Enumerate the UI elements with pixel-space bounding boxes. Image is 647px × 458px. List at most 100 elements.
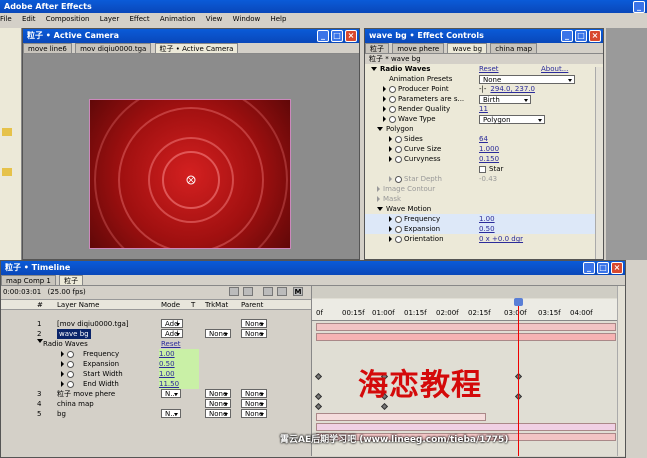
col-trkmat: TrkMat [205, 301, 229, 309]
time-indicator-handle[interactable] [514, 298, 523, 306]
timeline-title: 粒子 • Timeline [5, 263, 71, 272]
comp-minimize-button[interactable]: _ [317, 30, 329, 42]
menu-edit[interactable]: Edit [22, 15, 36, 23]
ruler-tick: 0f [316, 309, 323, 317]
menu-help[interactable]: Help [270, 15, 286, 23]
menu-animation[interactable]: Animation [160, 15, 196, 23]
tl-minimize-button[interactable]: _ [583, 262, 595, 274]
keyframe[interactable] [314, 402, 323, 411]
keyframe[interactable] [380, 402, 389, 411]
layer-bar-1[interactable] [316, 323, 616, 331]
ec-row-curve-size: Curve Size [389, 144, 441, 154]
comp-maximize-button[interactable]: □ [331, 30, 343, 42]
layer-row-3[interactable]: 3 粒子 move phere N... None None [1, 389, 311, 399]
tab-map-comp[interactable]: map Comp 1 [1, 275, 56, 285]
comp-window: 粒子 • Active Camera _ □ × move line6 mov … [22, 28, 360, 260]
col-layer-name[interactable]: Layer Name [57, 300, 99, 311]
menu-effect[interactable]: Effect [129, 15, 149, 23]
tutorial-title-overlay: 海恋教程 [358, 368, 482, 403]
background-area [606, 28, 647, 260]
layer-row-2[interactable]: 2 wave bg Add None None [1, 329, 311, 339]
ec-parameters-dropdown[interactable]: Birth [479, 94, 531, 104]
draft-3d-icon[interactable] [263, 287, 273, 296]
ec-about-link[interactable]: About... [541, 64, 568, 74]
ec-producer-point-value[interactable]: -|- 294.0, 237.0 [479, 84, 535, 94]
layer-row-5[interactable]: 5 bg N... None None [1, 409, 311, 419]
layer-row-1[interactable]: 1 [mov diqiu0000.tga] Add None [1, 319, 311, 329]
ec-sides-value[interactable]: 64 [479, 134, 488, 144]
ec-reset-link[interactable]: Reset [479, 64, 499, 74]
tab-move-line6[interactable]: move line6 [23, 43, 72, 53]
tl-maximize-button[interactable]: □ [597, 262, 609, 274]
ec-render-quality-value[interactable]: 11 [479, 104, 488, 114]
comp-flowchart-icon[interactable] [229, 287, 239, 296]
ec-frequency-value[interactable]: 1.00 [479, 214, 495, 224]
ec-minimize-button[interactable]: _ [561, 30, 573, 42]
col-parent: Parent [241, 301, 264, 309]
tab-active-camera[interactable]: 粒子 • Active Camera [154, 43, 239, 53]
tl-close-button[interactable]: × [611, 262, 623, 274]
menu-bar: File Edit Composition Layer Effect Anima… [0, 13, 647, 25]
menu-file[interactable]: File [0, 15, 12, 23]
ec-row-image-contour[interactable]: Image Contour [377, 184, 435, 194]
camera-icon[interactable] [243, 287, 253, 296]
ec-row-polygon[interactable]: Polygon [377, 124, 414, 134]
ec-row-wave-motion[interactable]: Wave Motion [377, 204, 431, 214]
menu-composition[interactable]: Composition [46, 15, 90, 23]
ec-orientation-value[interactable]: 0 x +0.0 dgr [479, 234, 523, 244]
tab-lizi-timeline[interactable]: 粒子 [59, 275, 84, 285]
ec-curve-size-value[interactable]: 1.000 [479, 144, 499, 154]
comp-titlebar: 粒子 • Active Camera _ □ × [23, 29, 359, 43]
layer-prop-end-width[interactable]: End Width 11.50 [1, 379, 311, 389]
ec-row-curvyness: Curvyness [389, 154, 441, 164]
ec-properties: Radio Waves Reset About... Animation Pre… [365, 64, 603, 250]
ec-expansion-value[interactable]: 0.50 [479, 224, 495, 234]
layer-bar-2[interactable] [316, 333, 616, 341]
comp-viewer[interactable] [23, 54, 359, 259]
ec-wave-type-dropdown[interactable]: Polygon [479, 114, 545, 124]
effect-controls-title: wave bg • Effect Controls [369, 31, 484, 40]
tab-mov-diqiu[interactable]: mov diqiu0000.tga [75, 43, 152, 53]
keyframe[interactable] [314, 392, 323, 401]
motion-blur-icon[interactable]: M [293, 287, 303, 296]
ec-star-checkbox[interactable]: Star [479, 164, 503, 174]
timeline-tabs: map Comp 1 粒子 [1, 275, 625, 286]
layer-bar-4[interactable] [316, 423, 616, 431]
ec-scrollbar[interactable] [595, 67, 603, 259]
radio-waves-rings [94, 100, 288, 248]
timeline-scrollbar[interactable] [617, 286, 625, 456]
ruler-tick: 02:00f [436, 309, 459, 317]
comp-frame[interactable] [89, 99, 291, 249]
layer-prop-start-width[interactable]: Start Width 1.00 [1, 369, 311, 379]
work-area-bar[interactable] [312, 286, 618, 298]
tab-wave-bg[interactable]: wave bg [447, 43, 488, 53]
tab-lizi[interactable]: 粒子 [365, 43, 389, 53]
current-time-indicator[interactable] [518, 299, 519, 456]
time-ruler[interactable]: 0f 00:15f 01:00f 01:15f 02:00f 02:15f 03… [312, 299, 618, 321]
ec-animation-presets-dropdown[interactable]: None [479, 74, 575, 84]
keyframe[interactable] [314, 372, 323, 381]
frame-blend-icon[interactable] [277, 287, 287, 296]
comp-close-button[interactable]: × [345, 30, 357, 42]
ec-maximize-button[interactable]: □ [575, 30, 587, 42]
ruler-tick: 04:00f [570, 309, 593, 317]
col-t: T [191, 301, 196, 309]
ec-close-button[interactable]: × [589, 30, 601, 42]
timecode[interactable]: 0:00:03:01 [3, 288, 41, 296]
tab-china-map[interactable]: china map [490, 43, 538, 53]
app-minimize-button[interactable]: _ [633, 1, 645, 13]
layer-effect-radio-waves[interactable]: Radio Waves Reset [1, 339, 311, 349]
layer-row-4[interactable]: 4 china map None None [1, 399, 311, 409]
ruler-tick: 01:15f [404, 309, 427, 317]
tab-move-phere[interactable]: move phere [392, 43, 445, 53]
layer-prop-frequency[interactable]: Frequency 1.00 [1, 349, 311, 359]
layer-bar-3[interactable] [316, 413, 486, 421]
menu-window[interactable]: Window [233, 15, 261, 23]
ruler-tick: 00:15f [342, 309, 365, 317]
layer-prop-expansion[interactable]: Expansion 0.50 [1, 359, 311, 369]
ruler-tick: 02:15f [468, 309, 491, 317]
ec-curvyness-value[interactable]: 0.150 [479, 154, 499, 164]
menu-layer[interactable]: Layer [100, 15, 120, 23]
ec-row-mask[interactable]: Mask [377, 194, 401, 204]
menu-view[interactable]: View [206, 15, 223, 23]
